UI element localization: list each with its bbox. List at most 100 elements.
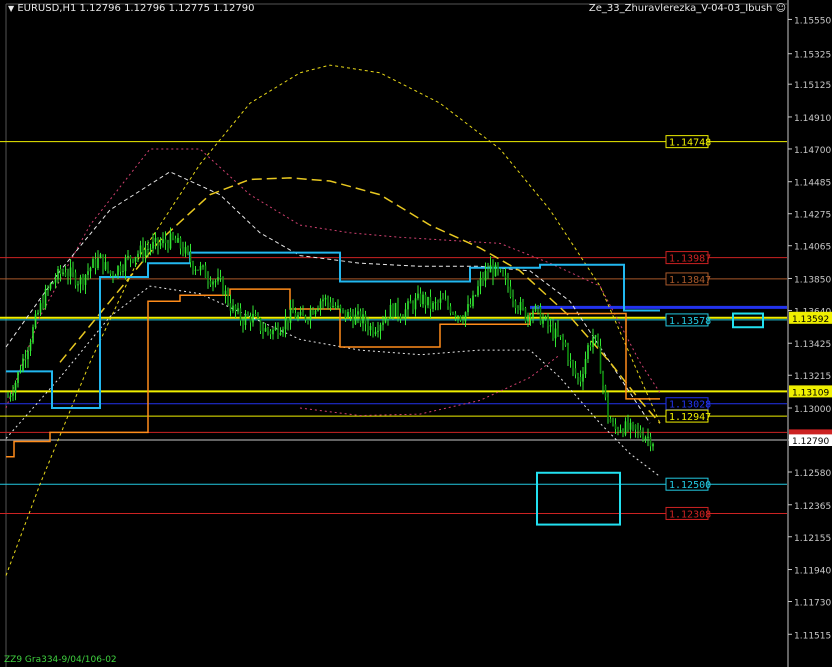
candle-body [637,429,639,431]
candle-body [42,303,44,308]
current-bid-marker [789,429,832,435]
candle-body [182,248,184,254]
candle-body [49,283,52,289]
candle-body [619,430,622,432]
candle-body [572,361,574,369]
candle-body [522,302,524,308]
candle-body [429,296,432,309]
candle-body [344,309,347,318]
candle-body [579,376,582,382]
candle-body [582,374,584,382]
candle-body [614,424,617,430]
candle-body [647,436,649,438]
candle-body [229,303,232,311]
candle-body [109,270,112,274]
candle-body [409,301,412,304]
candle-body [244,314,247,326]
candle-body [147,248,149,250]
candle-body [264,328,267,332]
candle-body [92,259,94,268]
level-tag-0: 1.14748 [669,138,711,149]
smiley-icon[interactable]: ☺ [776,3,786,14]
candle-body [257,315,259,318]
price-tick-label: 1.13215 [794,372,831,382]
candle-body [232,305,234,311]
candle-body [269,331,272,335]
candle-body [407,301,409,310]
candle-body [374,331,377,335]
price-chart[interactable]: 1.14748 1.13987 1.13847 1.13578 1.130281.129… [0,0,832,667]
candle-body [452,313,454,315]
candle-body [469,304,472,307]
candle-body [439,298,442,303]
candle-body [524,307,527,322]
candle-body [242,320,244,326]
candle-body [294,313,297,319]
candle-body [274,326,277,330]
candle-body [239,308,242,321]
candle-body [97,258,99,269]
candle-body [134,257,137,262]
candle-body [259,317,262,331]
candle-body [69,267,72,277]
candle-body [577,374,579,377]
candle-body [254,313,257,316]
candle-body [437,302,439,304]
candle-body [29,342,32,351]
candle-body [397,302,399,316]
candle-body [169,233,172,249]
candle-body [357,311,359,315]
candle-body [367,324,369,331]
candle-body [634,424,637,430]
candle-body [279,332,282,335]
candle-body [377,330,379,332]
candle-body [442,298,444,300]
candle-body [404,309,407,319]
candle-body [94,259,97,269]
candle-body [34,314,37,328]
candle-body [462,320,464,322]
candle-body [559,335,562,337]
candle-body [177,237,179,243]
candle-body [412,303,414,310]
candle-body [314,310,317,315]
candle-body [354,314,357,325]
candle-body [529,315,532,318]
candle-body [184,247,187,254]
candle-body [112,273,114,276]
candle-body [187,247,189,253]
candle-body [52,282,54,284]
candle-body [557,328,559,336]
price-tag-2: 1.12790 [792,437,829,447]
candle-body [419,293,422,305]
candle-body [387,317,389,319]
candle-body [39,303,42,313]
candle-body [37,312,39,315]
candle-body [54,279,57,283]
candle-body [527,315,529,322]
candle-body [427,296,429,306]
zone-box-0[interactable] [536,471,621,526]
candle-body [489,265,492,273]
candle-body [379,324,382,331]
candle-body [89,267,92,272]
candle-body [192,262,194,271]
candle-body [62,272,64,274]
price-tick-label: 1.14275 [794,211,831,221]
candle-body [162,239,164,244]
candle-body [599,345,602,374]
candle-body [74,272,77,286]
candle-body [64,272,67,276]
candle-body [359,311,362,324]
candle-body [67,275,69,277]
candle-body [602,373,604,386]
candle-body [349,311,352,317]
price-tick-label: 1.15550 [794,16,831,26]
candle-body [554,328,557,339]
level-tag-6: 1.12500 [669,480,711,491]
candle-body [502,270,504,276]
collapse-triangle-icon[interactable]: ▼ [8,4,14,13]
level-tag-4: 1.13028 [669,400,711,411]
candle-body [629,422,632,430]
candle-body [47,288,49,290]
